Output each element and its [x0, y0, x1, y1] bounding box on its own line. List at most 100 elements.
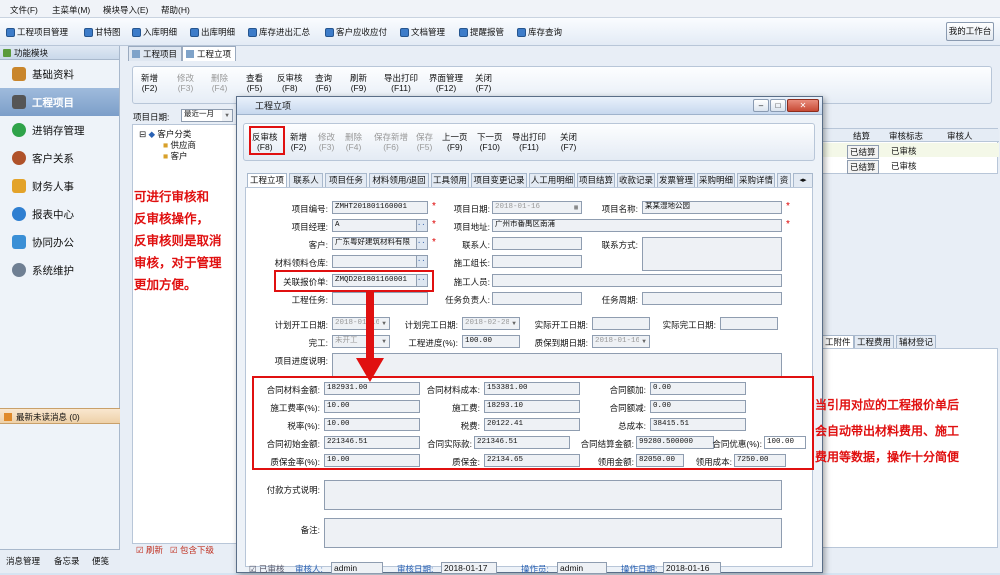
- bg-query-button[interactable]: 查询 (F6): [315, 73, 332, 93]
- toolbar-stock-summary[interactable]: 库存进出汇总: [248, 24, 310, 40]
- task-period-field[interactable]: [642, 292, 782, 305]
- bg-close-button[interactable]: 关闭 (F7): [475, 73, 492, 93]
- prev-page-button[interactable]: 上一页 (F9): [442, 132, 468, 152]
- op-date-field[interactable]: 2018-01-16: [663, 562, 721, 574]
- team-leader-field[interactable]: [492, 255, 582, 268]
- tab-project-fee[interactable]: 工程费用: [854, 335, 895, 349]
- save-button[interactable]: 保存 (F5): [416, 132, 433, 152]
- tab-notes[interactable]: 便笺: [92, 555, 109, 567]
- menu-help[interactable]: 帮助(H): [161, 4, 190, 16]
- tab-aux-material[interactable]: 辅材登记: [896, 335, 937, 349]
- subtab-purchase[interactable]: 采购明细: [697, 173, 735, 187]
- progress-field[interactable]: 100.00: [462, 335, 520, 348]
- subtab-receipts[interactable]: 收款记录: [617, 173, 655, 187]
- tab-attachment[interactable]: 工附件: [822, 335, 854, 349]
- next-page-button[interactable]: 下一页 (F10): [477, 132, 503, 152]
- sidebar-item-inventory[interactable]: 进销存管理: [0, 116, 119, 144]
- auditor-field[interactable]: admin: [331, 562, 383, 574]
- tab-message-mgmt[interactable]: 消息管理: [6, 555, 40, 567]
- close-button[interactable]: 关闭 (F7): [560, 132, 577, 152]
- delete-button[interactable]: 删除 (F4): [345, 132, 362, 152]
- operator-field[interactable]: admin: [557, 562, 607, 574]
- warehouse-field[interactable]: ...: [332, 255, 428, 268]
- new-button[interactable]: 新增 (F2): [290, 132, 307, 152]
- tree-item-customer[interactable]: ■ 客户: [163, 150, 188, 162]
- subtab-scroll-arrows[interactable]: ◂▸: [793, 173, 813, 187]
- subtab-contacts[interactable]: 联系人: [289, 173, 323, 187]
- bg-refresh-button[interactable]: 刷新 (F9): [350, 73, 367, 93]
- sidebar-item-basic[interactable]: 基础资料: [0, 60, 119, 88]
- manager-field[interactable]: A...: [332, 219, 428, 232]
- tab-memo[interactable]: 备忘录: [54, 555, 80, 567]
- toolbar-docs[interactable]: 文档管理: [400, 24, 445, 40]
- sidebar-item-system[interactable]: 系统维护: [0, 256, 119, 284]
- tab-project-setup[interactable]: 工程立项: [182, 46, 237, 61]
- workers-field[interactable]: [492, 274, 782, 287]
- sidebar-item-project[interactable]: 工程项目: [0, 88, 119, 116]
- minimize-button[interactable]: –: [753, 99, 769, 112]
- menu-main[interactable]: 主菜单(M): [52, 4, 90, 16]
- subtab-setup[interactable]: 工程立项: [247, 173, 287, 187]
- payment-note-field[interactable]: [324, 480, 782, 510]
- table-row[interactable]: 已结算 已审核: [821, 158, 999, 174]
- progress-note-field[interactable]: [332, 353, 782, 377]
- table-row[interactable]: 已结算 已审核: [821, 143, 999, 159]
- bg-edit-button[interactable]: 修改 (F3): [177, 73, 194, 93]
- save-new-button[interactable]: 保存新增 (F6): [374, 132, 408, 152]
- bg-ui-mgmt-button[interactable]: 界面管理 (F12): [429, 73, 463, 93]
- menu-module-import[interactable]: 模块导入(E): [103, 4, 148, 16]
- my-workbench-button[interactable]: 我的工作台: [946, 22, 994, 41]
- bg-view-button[interactable]: 查看 (F5): [246, 73, 263, 93]
- subtab-tools[interactable]: 工具领用: [431, 173, 469, 187]
- bg-export-button[interactable]: 导出打印 (F11): [384, 73, 418, 93]
- toolbar-gantt[interactable]: 甘特图: [84, 24, 121, 40]
- close-window-button[interactable]: ✕: [787, 99, 819, 112]
- subtab-invoice[interactable]: 发票管理: [657, 173, 695, 187]
- plan-end-field[interactable]: 2018-02-28 ▼: [462, 317, 520, 330]
- toolbar-project-mgmt[interactable]: 工程项目管理: [6, 24, 68, 40]
- toolbar-receivable[interactable]: 客户应收应付: [325, 24, 387, 40]
- contact-field[interactable]: [492, 237, 582, 250]
- menu-file[interactable]: 文件(F): [10, 4, 38, 16]
- project-date-field[interactable]: 2018-01-16 ▦: [492, 201, 582, 214]
- actual-start-field[interactable]: [592, 317, 650, 330]
- sidebar-item-customer[interactable]: 客户关系: [0, 144, 119, 172]
- project-no-field[interactable]: ZMHT201801160001: [332, 201, 428, 214]
- unread-messages[interactable]: 最新未读消息 (0): [0, 408, 120, 424]
- edit-button[interactable]: 修改 (F3): [318, 132, 335, 152]
- actual-end-field[interactable]: [720, 317, 778, 330]
- audited-checkbox[interactable]: ☑ 已审核: [249, 563, 285, 575]
- subtab-changes[interactable]: 项目变更记录: [471, 173, 527, 187]
- refresh-checkbox[interactable]: ☑ 刷新: [136, 544, 163, 556]
- subtab-more[interactable]: 资: [777, 173, 791, 187]
- customer-field[interactable]: 广东粤好建筑材料有限...: [332, 237, 428, 250]
- contact-way-field[interactable]: [642, 237, 782, 271]
- address-field[interactable]: 广州市番禺区南浦: [492, 219, 782, 232]
- export-print-button[interactable]: 导出打印 (F11): [512, 132, 546, 152]
- project-name-field[interactable]: 某某湿地公园: [642, 201, 782, 214]
- highlight-unaudit: [249, 126, 285, 155]
- subtab-purchase-detail[interactable]: 采购详情: [737, 173, 775, 187]
- toolbar-reminder[interactable]: 提醒报管: [459, 24, 504, 40]
- subtab-labor[interactable]: 人工用明细: [529, 173, 575, 187]
- subtab-material[interactable]: 材料领用/退回: [369, 173, 429, 187]
- remark-field[interactable]: [324, 518, 782, 548]
- subtab-tasks[interactable]: 项目任务: [325, 173, 367, 187]
- project-date-filter[interactable]: 最近一月 ▼: [181, 109, 233, 122]
- maximize-button[interactable]: □: [770, 99, 786, 112]
- toolbar-inbound[interactable]: 入库明细: [132, 24, 177, 40]
- sidebar-item-finance[interactable]: 财务人事: [0, 172, 119, 200]
- warranty-field[interactable]: 2018-01-16 ▼: [592, 335, 650, 348]
- task-owner-field[interactable]: [492, 292, 582, 305]
- bg-delete-button[interactable]: 删除 (F4): [211, 73, 228, 93]
- tab-project[interactable]: 工程项目: [128, 46, 183, 61]
- bg-new-button[interactable]: 新增 (F2): [141, 73, 158, 93]
- bg-unaudit-button[interactable]: 反审核 (F8): [277, 73, 303, 93]
- sidebar-item-office[interactable]: 协同办公: [0, 228, 119, 256]
- subtab-settle[interactable]: 项目结算: [577, 173, 615, 187]
- toolbar-outbound[interactable]: 出库明细: [190, 24, 235, 40]
- include-sub-checkbox[interactable]: ☑ 包含下级: [170, 544, 214, 556]
- toolbar-stock-query[interactable]: 库存查询: [517, 24, 562, 40]
- audit-date-field[interactable]: 2018-01-17: [441, 562, 497, 574]
- sidebar-item-reports[interactable]: 报表中心: [0, 200, 119, 228]
